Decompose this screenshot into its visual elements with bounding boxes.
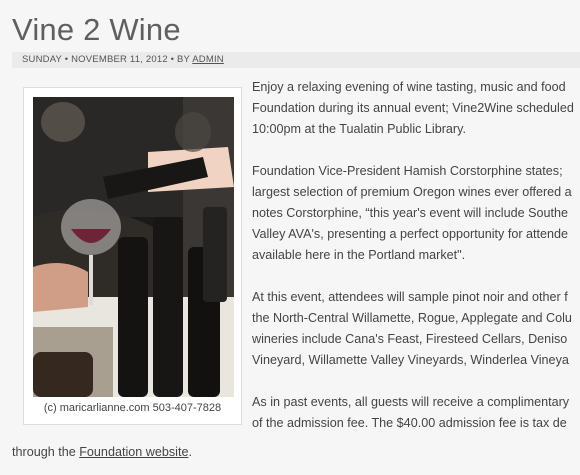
paragraph-line: Foundation Vice-President Hamish Corstor… bbox=[252, 164, 563, 178]
author-link[interactable]: ADMIN bbox=[192, 54, 224, 65]
paragraph-line: Vineyard, Willamette Valley Vineyards, W… bbox=[252, 353, 569, 367]
closing-line: through the Foundation website. bbox=[12, 445, 192, 459]
paragraph-line: of the admission fee. The $40.00 admissi… bbox=[252, 416, 567, 430]
paragraph-4: As in past events, all guests will recei… bbox=[252, 392, 580, 434]
wine-pour-photo bbox=[33, 97, 234, 397]
paragraph-line: Valley AVA's, presenting a perfect oppor… bbox=[252, 227, 569, 241]
paragraph-line: Foundation during its annual event; Vine… bbox=[252, 101, 574, 115]
closing-suffix: . bbox=[188, 445, 192, 459]
post-date: SUNDAY • NOVEMBER 11, 2012 • BY bbox=[22, 54, 190, 65]
paragraph-2: Foundation Vice-President Hamish Corstor… bbox=[252, 161, 580, 266]
paragraph-line: wineries include Cana's Feast, Firesteed… bbox=[252, 332, 568, 346]
image-caption: (c) maricarlianne.com 503-407-7828 bbox=[43, 402, 222, 414]
post-body: Enjoy a relaxing evening of wine tasting… bbox=[252, 77, 580, 455]
paragraph-line: Enjoy a relaxing evening of wine tasting… bbox=[252, 80, 566, 94]
paragraph-line: available here in the Portland market". bbox=[252, 248, 466, 262]
paragraph-line: largest selection of premium Oregon wine… bbox=[252, 185, 572, 199]
closing-prefix: through the bbox=[12, 445, 76, 459]
post-figure: (c) maricarlianne.com 503-407-7828 bbox=[23, 87, 242, 425]
paragraph-line: 10:00pm at the Tualatin Public Library. bbox=[252, 122, 466, 136]
paragraph-1: Enjoy a relaxing evening of wine tasting… bbox=[252, 77, 580, 140]
paragraph-line: notes Corstorphine, “this year's event w… bbox=[252, 206, 569, 220]
paragraph-line: the North-Central Willamette, Rogue, App… bbox=[252, 311, 572, 325]
post-meta: SUNDAY • NOVEMBER 11, 2012 • BY ADMIN bbox=[12, 52, 580, 68]
post-title: Vine 2 Wine bbox=[12, 12, 181, 47]
paragraph-line: At this event, attendees will sample pin… bbox=[252, 290, 568, 304]
paragraph-3: At this event, attendees will sample pin… bbox=[252, 287, 580, 371]
foundation-website-link[interactable]: Foundation website bbox=[79, 445, 188, 459]
paragraph-line: As in past events, all guests will recei… bbox=[252, 395, 570, 409]
